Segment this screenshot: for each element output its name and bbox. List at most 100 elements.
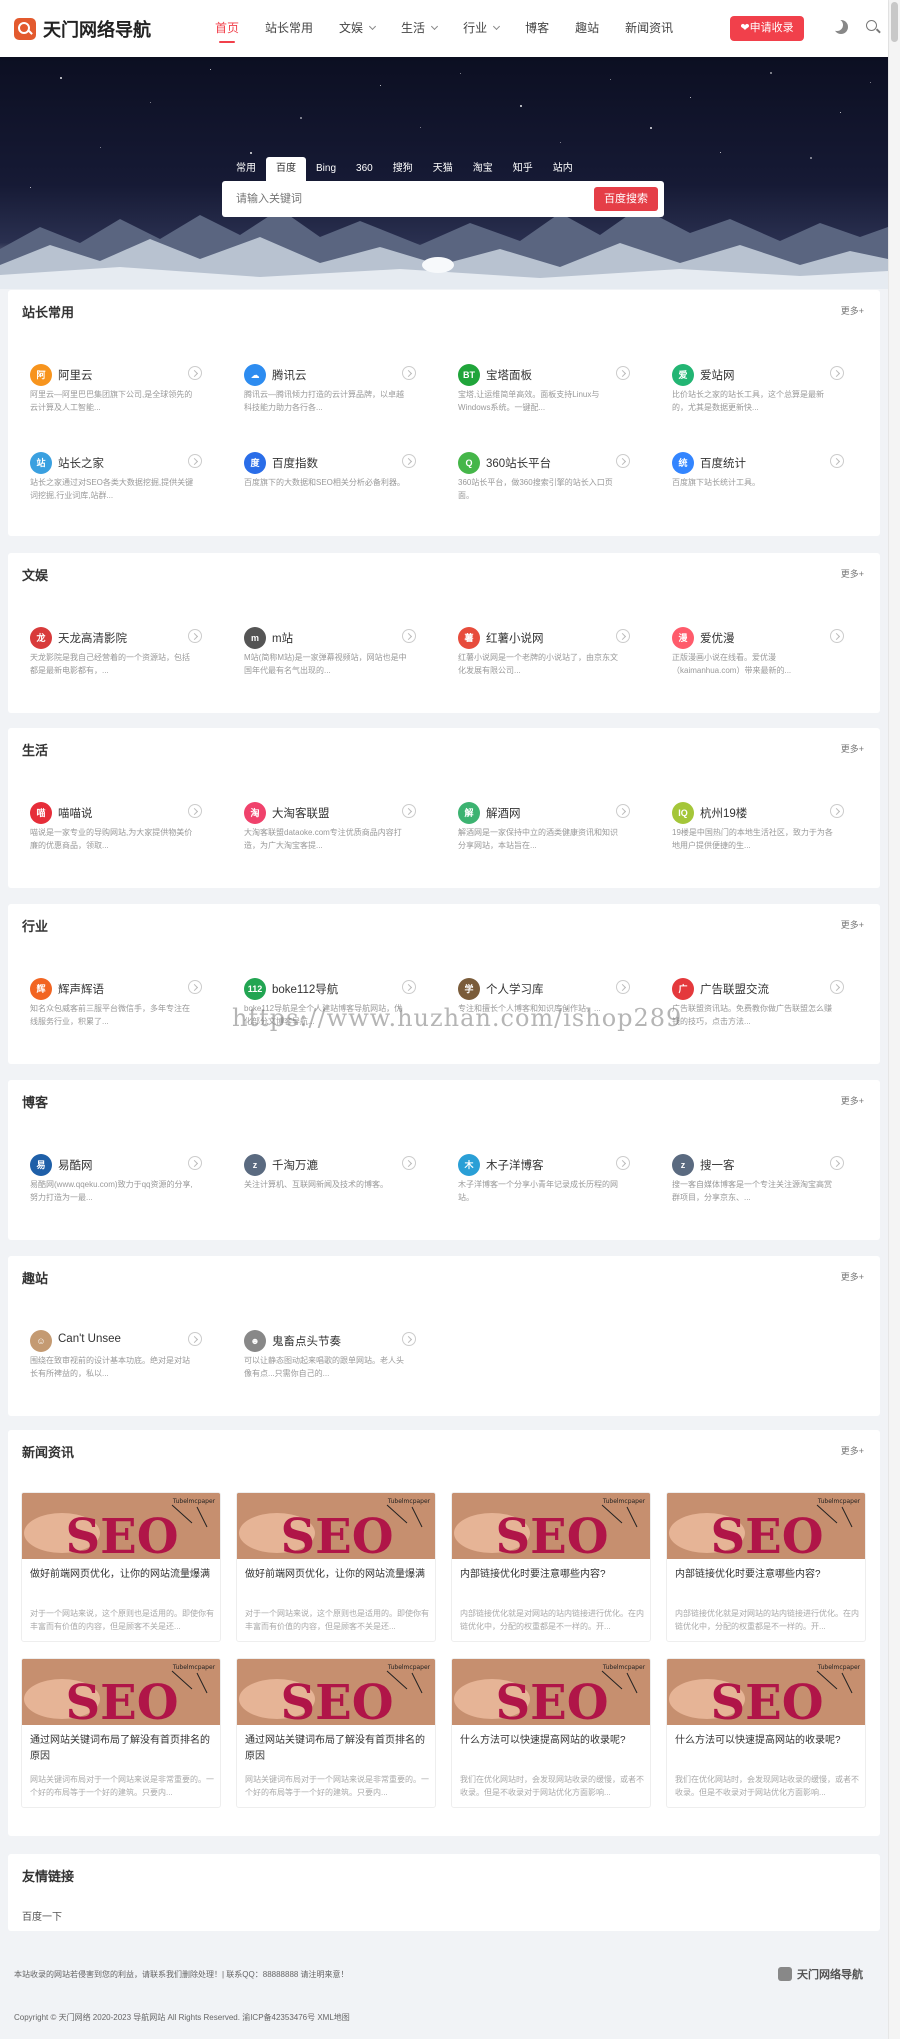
star xyxy=(690,97,691,98)
nav-item[interactable]: 文娱 xyxy=(326,0,388,57)
seo-image-tag: Tubelmcpaper xyxy=(387,1664,431,1671)
moon-icon[interactable] xyxy=(834,20,848,34)
apply-listing-button[interactable]: ❤申请收录 xyxy=(730,16,804,41)
search-input[interactable] xyxy=(236,181,576,217)
search-tab[interactable]: 天猫 xyxy=(423,157,463,181)
more-link[interactable]: 更多+ xyxy=(841,1094,864,1107)
site-desc: 天龙影院是我自己经营着的一个资源站，包括都是最新电影都有，... xyxy=(30,653,190,675)
more-link[interactable]: 更多+ xyxy=(841,304,864,317)
scrollbar[interactable] xyxy=(888,0,900,2039)
nav-item[interactable]: 站长常用 xyxy=(252,0,326,57)
search-tab[interactable]: 360 xyxy=(346,157,383,181)
nav-item[interactable]: 行业 xyxy=(450,0,512,57)
news-title[interactable]: 通过网站关键词布局了解没有首页排名的原因 xyxy=(30,1733,214,1767)
search-tab[interactable]: Bing xyxy=(306,157,346,181)
search-tab[interactable]: 淘宝 xyxy=(463,157,503,181)
news-card[interactable]: SEO Tubelmcpaper 通过网站关键词布局了解没有首页排名的原因 网站关键词… xyxy=(21,1658,221,1808)
main-nav: 首页 站长常用 文娱 生活 行业 博客 趣站 新闻资讯 xyxy=(202,0,686,57)
news-card[interactable]: SEO Tubelmcpaper 内部链接优化时要注意哪些内容? 内部链接优化就是对网… xyxy=(451,1492,651,1642)
arrow-right-icon[interactable] xyxy=(616,804,630,818)
arrow-right-icon[interactable] xyxy=(616,454,630,468)
arrow-right-icon[interactable] xyxy=(402,1332,416,1346)
nav-item[interactable]: 新闻资讯 xyxy=(612,0,686,57)
search-icon[interactable] xyxy=(866,20,877,31)
footer-logo[interactable]: 天门网络导航 xyxy=(778,1966,863,1982)
more-link[interactable]: 更多+ xyxy=(841,1444,864,1457)
arrow-right-icon[interactable] xyxy=(830,629,844,643)
news-title[interactable]: 什么方法可以快速提高网站的收录呢? xyxy=(675,1733,859,1767)
search-tab[interactable]: 站内 xyxy=(543,157,583,181)
seo-illustration: SEO Tubelmcpaper xyxy=(22,1493,220,1559)
site-logo-icon: 学 xyxy=(458,978,480,1000)
news-card[interactable]: SEO Tubelmcpaper 什么方法可以快速提高网站的收录呢? 我们在优化网站时… xyxy=(451,1658,651,1808)
arrow-right-icon[interactable] xyxy=(402,366,416,380)
more-link[interactable]: 更多+ xyxy=(841,1270,864,1283)
arrow-right-icon[interactable] xyxy=(830,980,844,994)
arrow-right-icon[interactable] xyxy=(188,629,202,643)
search-tab[interactable]: 知乎 xyxy=(503,157,543,181)
arrow-right-icon[interactable] xyxy=(616,980,630,994)
arrow-right-icon[interactable] xyxy=(188,366,202,380)
arrow-right-icon[interactable] xyxy=(402,454,416,468)
site-logo-icon: z xyxy=(244,1154,266,1176)
news-title[interactable]: 内部链接优化时要注意哪些内容? xyxy=(460,1567,644,1601)
arrow-right-icon[interactable] xyxy=(616,366,630,380)
site-desc: 正版漫画小说在线看。爱优漫（kaimanhua.com）带来最新的... xyxy=(672,653,792,675)
star xyxy=(810,157,812,159)
site-desc: M站(简称M站)是一家弹幕视频站，网站也是中国年代最有名气出现的... xyxy=(244,653,407,675)
arrow-right-icon[interactable] xyxy=(830,454,844,468)
search-tab[interactable]: 搜狗 xyxy=(383,157,423,181)
arrow-right-icon[interactable] xyxy=(188,804,202,818)
friend-link[interactable]: 百度一下 xyxy=(22,1908,62,1923)
site-name: 百度统计 xyxy=(700,458,746,470)
arrow-right-icon[interactable] xyxy=(188,454,202,468)
more-link[interactable]: 更多+ xyxy=(841,742,864,755)
arrow-right-icon[interactable] xyxy=(402,804,416,818)
more-link[interactable]: 更多+ xyxy=(841,918,864,931)
news-title[interactable]: 什么方法可以快速提高网站的收录呢? xyxy=(460,1733,644,1767)
news-card[interactable]: SEO Tubelmcpaper 做好前端网页优化，让你的网站流量爆满 对于一个网站来… xyxy=(236,1492,436,1642)
news-title[interactable]: 做好前端网页优化，让你的网站流量爆满 xyxy=(30,1567,214,1601)
arrow-right-icon[interactable] xyxy=(402,980,416,994)
search-tab[interactable]: 百度 xyxy=(266,157,306,181)
site-logo[interactable]: 天门网络导航 xyxy=(14,16,151,42)
section-card: 行业 更多+ 辉辉声辉语 知名众包威客前三服平台微信手，多年专注在线服务行业，积累了.… xyxy=(8,904,880,1064)
nav-item[interactable]: 生活 xyxy=(388,0,450,57)
search-tab[interactable]: 常用 xyxy=(226,157,266,181)
site-desc: 百度旗下站长统计工具。 xyxy=(672,478,760,487)
nav-item[interactable]: 首页 xyxy=(202,0,252,57)
site-name: 个人学习库 xyxy=(486,984,544,996)
section-card: 生活 更多+ 喵喵喵说 喵说是一家专业的导购网站,为大家提供物美价廉的优惠商品，领取.… xyxy=(8,728,880,888)
more-link[interactable]: 更多+ xyxy=(841,567,864,580)
star xyxy=(840,112,841,113)
arrow-right-icon[interactable] xyxy=(188,1156,202,1170)
news-title[interactable]: 做好前端网页优化，让你的网站流量爆满 xyxy=(245,1567,429,1601)
news-title[interactable]: 通过网站关键词布局了解没有首页排名的原因 xyxy=(245,1733,429,1767)
news-card[interactable]: SEO Tubelmcpaper 做好前端网页优化，让你的网站流量爆满 对于一个网站来… xyxy=(21,1492,221,1642)
chevron-down-icon xyxy=(493,22,501,31)
arrow-right-icon[interactable] xyxy=(830,1156,844,1170)
site-desc: 搜一客自媒体博客是一个专注关注源淘宝高赏群项目，分享京东、... xyxy=(672,1180,832,1202)
news-card[interactable]: SEO Tubelmcpaper 通过网站关键词布局了解没有首页排名的原因 网站关键词… xyxy=(236,1658,436,1808)
star xyxy=(380,85,381,86)
footer-logo-icon xyxy=(778,1967,792,1981)
arrow-right-icon[interactable] xyxy=(616,629,630,643)
nav-item[interactable]: 趣站 xyxy=(562,0,612,57)
site-logo-icon: IQ xyxy=(672,802,694,824)
nav-item[interactable]: 博客 xyxy=(512,0,562,57)
site-desc: 阿里云—阿里巴巴集团旗下公司,是全球领先的云计算及人工智能... xyxy=(30,390,193,412)
arrow-right-icon[interactable] xyxy=(402,1156,416,1170)
baidu-search-button[interactable]: 百度搜索 xyxy=(594,187,658,211)
arrow-right-icon[interactable] xyxy=(188,1332,202,1346)
arrow-right-icon[interactable] xyxy=(830,366,844,380)
news-card[interactable]: SEO Tubelmcpaper 内部链接优化时要注意哪些内容? 内部链接优化就是对网… xyxy=(666,1492,866,1642)
section-card: 文娱 更多+ 龙天龙高清影院 天龙影院是我自己经营着的一个资源站，包括都是最新电影都有… xyxy=(8,553,880,713)
scrollbar-thumb[interactable] xyxy=(891,2,898,42)
arrow-right-icon[interactable] xyxy=(830,804,844,818)
news-title[interactable]: 内部链接优化时要注意哪些内容? xyxy=(675,1567,859,1601)
star xyxy=(720,152,721,153)
arrow-right-icon[interactable] xyxy=(616,1156,630,1170)
arrow-right-icon[interactable] xyxy=(402,629,416,643)
arrow-right-icon[interactable] xyxy=(188,980,202,994)
news-card[interactable]: SEO Tubelmcpaper 什么方法可以快速提高网站的收录呢? 我们在优化网站时… xyxy=(666,1658,866,1808)
